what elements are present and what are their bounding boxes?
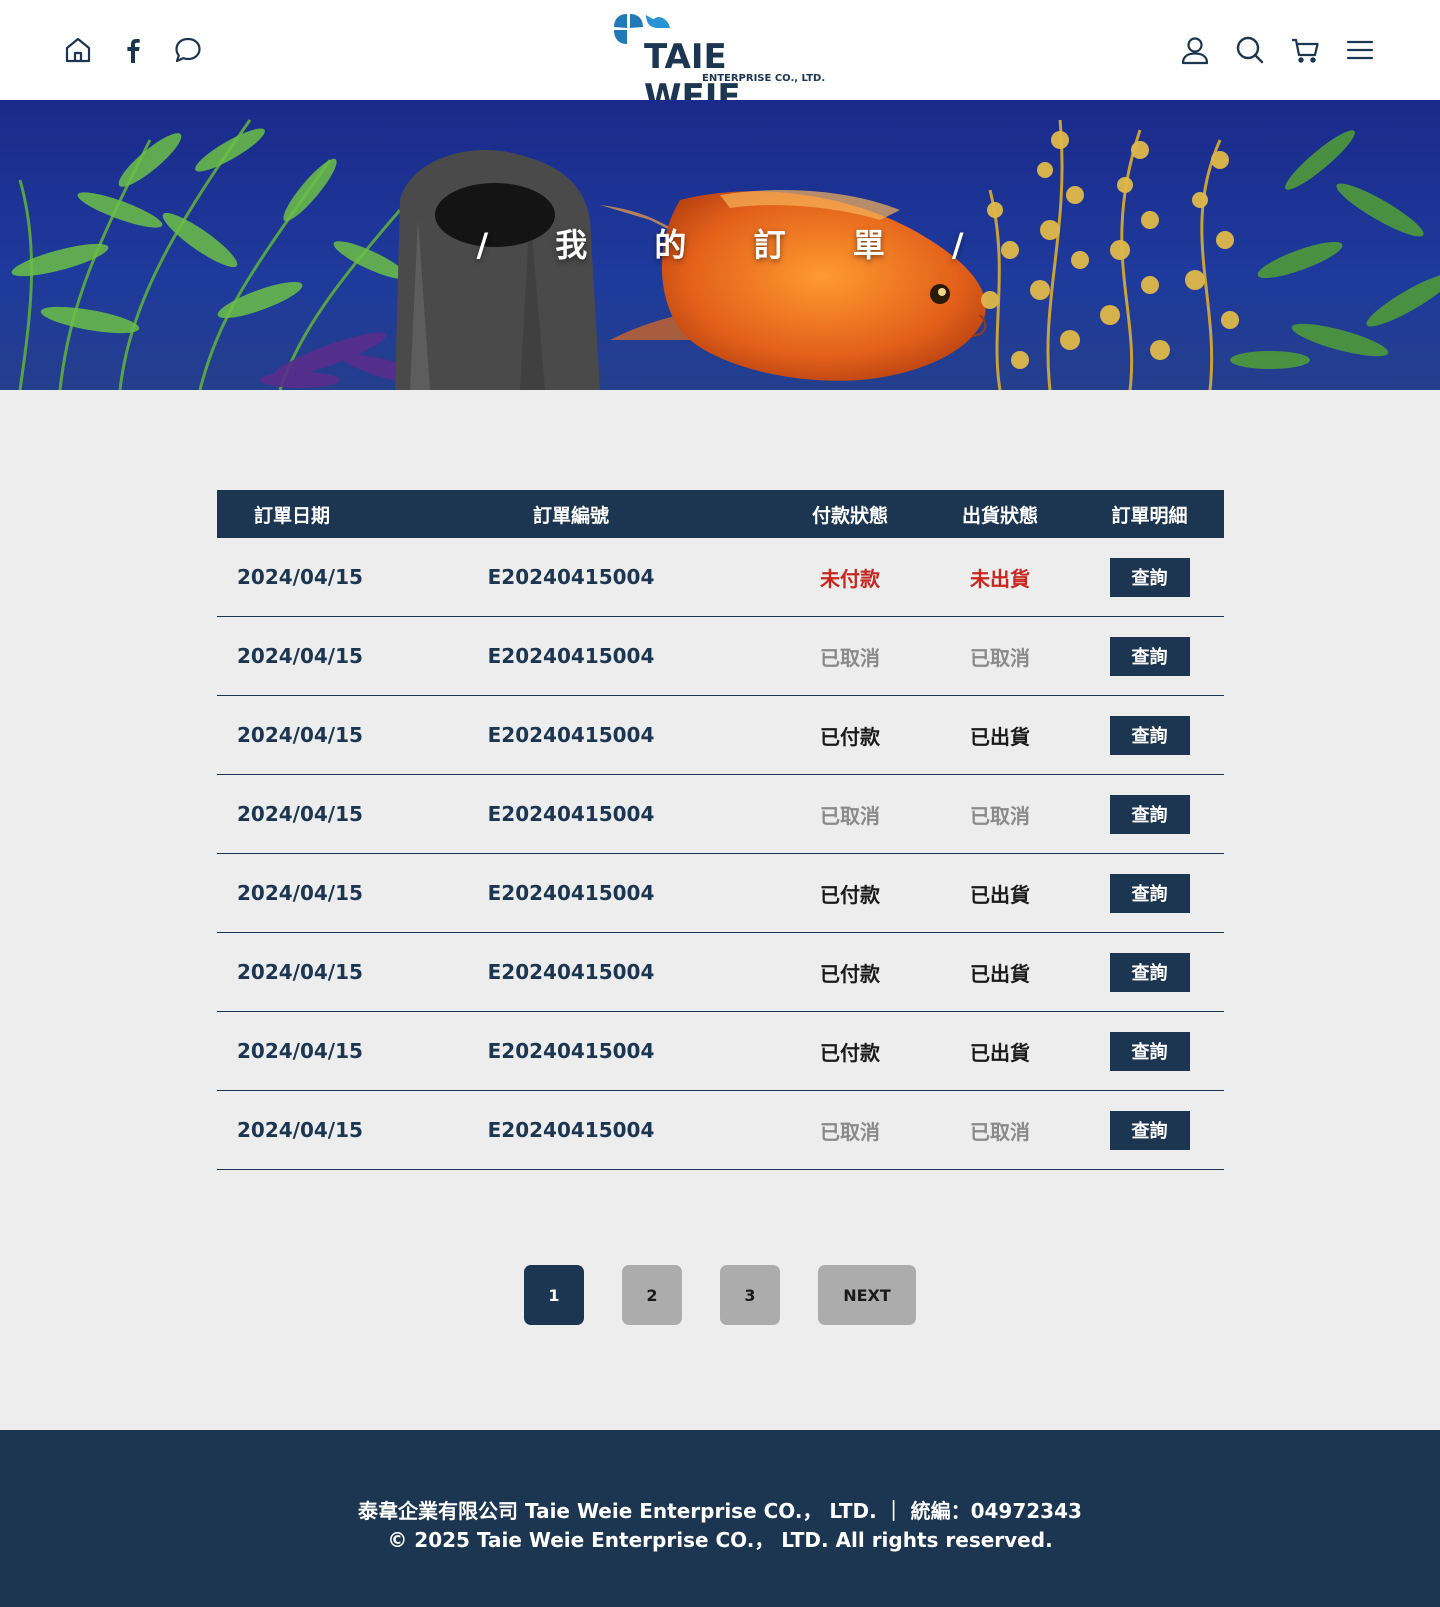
chat-icon[interactable] [168, 30, 208, 70]
order-date: 2024/04/15 [237, 723, 363, 747]
query-order-button[interactable]: 查詢 [1109, 952, 1190, 992]
table-row: 2024/04/15 E20240415004 已取消 已取消 查詢 [217, 1091, 1224, 1170]
payment-status: 已付款 [820, 1040, 880, 1065]
shipping-status: 已出貨 [970, 961, 1030, 986]
order-date: 2024/04/15 [237, 1039, 363, 1063]
shipping-status: 已取消 [970, 803, 1030, 828]
column-header-payment: 付款狀態 [811, 504, 888, 527]
payment-status: 已取消 [820, 1119, 880, 1144]
next-page-button[interactable]: NEXT [818, 1265, 916, 1325]
column-header-details: 訂單明細 [1111, 504, 1188, 527]
menu-icon[interactable] [1340, 30, 1380, 70]
page-button-2[interactable]: 2 [622, 1265, 682, 1325]
order-number: E20240415004 [487, 960, 655, 984]
payment-status: 未付款 [820, 566, 880, 591]
logo-subtitle: ENTERPRISE CO., LTD. [702, 73, 826, 84]
order-details-cell: 查詢 [1075, 557, 1224, 597]
shipping-status: 已取消 [970, 1119, 1030, 1144]
order-number: E20240415004 [487, 723, 655, 747]
payment-status: 已付款 [820, 724, 880, 749]
order-details-cell: 查詢 [1075, 1110, 1224, 1150]
query-order-button[interactable]: 查詢 [1109, 557, 1190, 597]
order-number: E20240415004 [487, 802, 655, 826]
page-banner: / 我 的 訂 單 / [0, 100, 1440, 390]
table-body: 2024/04/15 E20240415004 未付款 未出貨 查詢 2024/04/15… [217, 538, 1224, 1170]
order-details-cell: 查詢 [1075, 636, 1224, 676]
home-icon[interactable] [58, 30, 98, 70]
cart-icon[interactable] [1285, 30, 1325, 70]
order-date: 2024/04/15 [237, 881, 363, 905]
shipping-status: 已出貨 [970, 1040, 1030, 1065]
order-details-cell: 查詢 [1075, 873, 1224, 913]
order-date: 2024/04/15 [237, 1118, 363, 1142]
pagination: 1 2 3 NEXT [524, 1265, 916, 1325]
shipping-status: 已出貨 [970, 724, 1030, 749]
order-details-cell: 查詢 [1075, 794, 1224, 834]
query-order-button[interactable]: 查詢 [1109, 1110, 1190, 1150]
table-row: 2024/04/15 E20240415004 已付款 已出貨 查詢 [217, 1012, 1224, 1091]
site-header: TAIE WEIE ENTERPRISE CO., LTD. [0, 0, 1440, 117]
query-order-button[interactable]: 查詢 [1109, 636, 1190, 676]
page-title: / 我 的 訂 單 / [476, 226, 992, 264]
table-row: 2024/04/15 E20240415004 已付款 已出貨 查詢 [217, 933, 1224, 1012]
table-row: 2024/04/15 E20240415004 已付款 已出貨 查詢 [217, 854, 1224, 933]
table-row: 2024/04/15 E20240415004 已付款 已出貨 查詢 [217, 696, 1224, 775]
order-number: E20240415004 [487, 1039, 655, 1063]
payment-status: 已取消 [820, 645, 880, 670]
column-header-date: 訂單日期 [253, 504, 330, 527]
footer-company-info: 泰韋企業有限公司 Taie Weie Enterprise CO.， LTD. … [358, 1499, 1082, 1523]
search-icon[interactable] [1230, 30, 1270, 70]
table-row: 2024/04/15 E20240415004 已取消 已取消 查詢 [217, 617, 1224, 696]
order-details-cell: 查詢 [1075, 1031, 1224, 1071]
order-number: E20240415004 [487, 565, 655, 589]
shipping-status: 已取消 [970, 645, 1030, 670]
query-order-button[interactable]: 查詢 [1109, 873, 1190, 913]
order-date: 2024/04/15 [237, 960, 363, 984]
order-date: 2024/04/15 [237, 802, 363, 826]
column-header-order-no: 訂單編號 [532, 504, 609, 527]
site-footer: 泰韋企業有限公司 Taie Weie Enterprise CO.， LTD. … [0, 1430, 1440, 1607]
page-button-3[interactable]: 3 [720, 1265, 780, 1325]
order-number: E20240415004 [487, 881, 655, 905]
payment-status: 已取消 [820, 803, 880, 828]
table-header: 訂單日期 訂單編號 付款狀態 出貨狀態 訂單明細 [217, 490, 1224, 538]
column-header-shipping: 出貨狀態 [961, 504, 1038, 527]
order-details-cell: 查詢 [1075, 952, 1224, 992]
shipping-status: 已出貨 [970, 882, 1030, 907]
query-order-button[interactable]: 查詢 [1109, 715, 1190, 755]
query-order-button[interactable]: 查詢 [1109, 1031, 1190, 1071]
order-date: 2024/04/15 [237, 565, 363, 589]
table-row: 2024/04/15 E20240415004 已取消 已取消 查詢 [217, 775, 1224, 854]
payment-status: 已付款 [820, 882, 880, 907]
shipping-status: 未出貨 [970, 566, 1030, 591]
order-details-cell: 查詢 [1075, 715, 1224, 755]
query-order-button[interactable]: 查詢 [1109, 794, 1190, 834]
footer-copyright: © 2025 Taie Weie Enterprise CO.， LTD. Al… [387, 1528, 1053, 1552]
user-icon[interactable] [1175, 30, 1215, 70]
page-button-1[interactable]: 1 [524, 1265, 584, 1325]
order-number: E20240415004 [487, 644, 655, 668]
orders-table: 訂單日期 訂單編號 付款狀態 出貨狀態 訂單明細 2024/04/15 E2024… [217, 490, 1224, 1170]
order-date: 2024/04/15 [237, 644, 363, 668]
order-number: E20240415004 [487, 1118, 655, 1142]
payment-status: 已付款 [820, 961, 880, 986]
table-row: 2024/04/15 E20240415004 未付款 未出貨 查詢 [217, 538, 1224, 617]
facebook-icon[interactable] [113, 30, 153, 70]
company-logo[interactable]: TAIE WEIE ENTERPRISE CO., LTD. [612, 13, 832, 117]
